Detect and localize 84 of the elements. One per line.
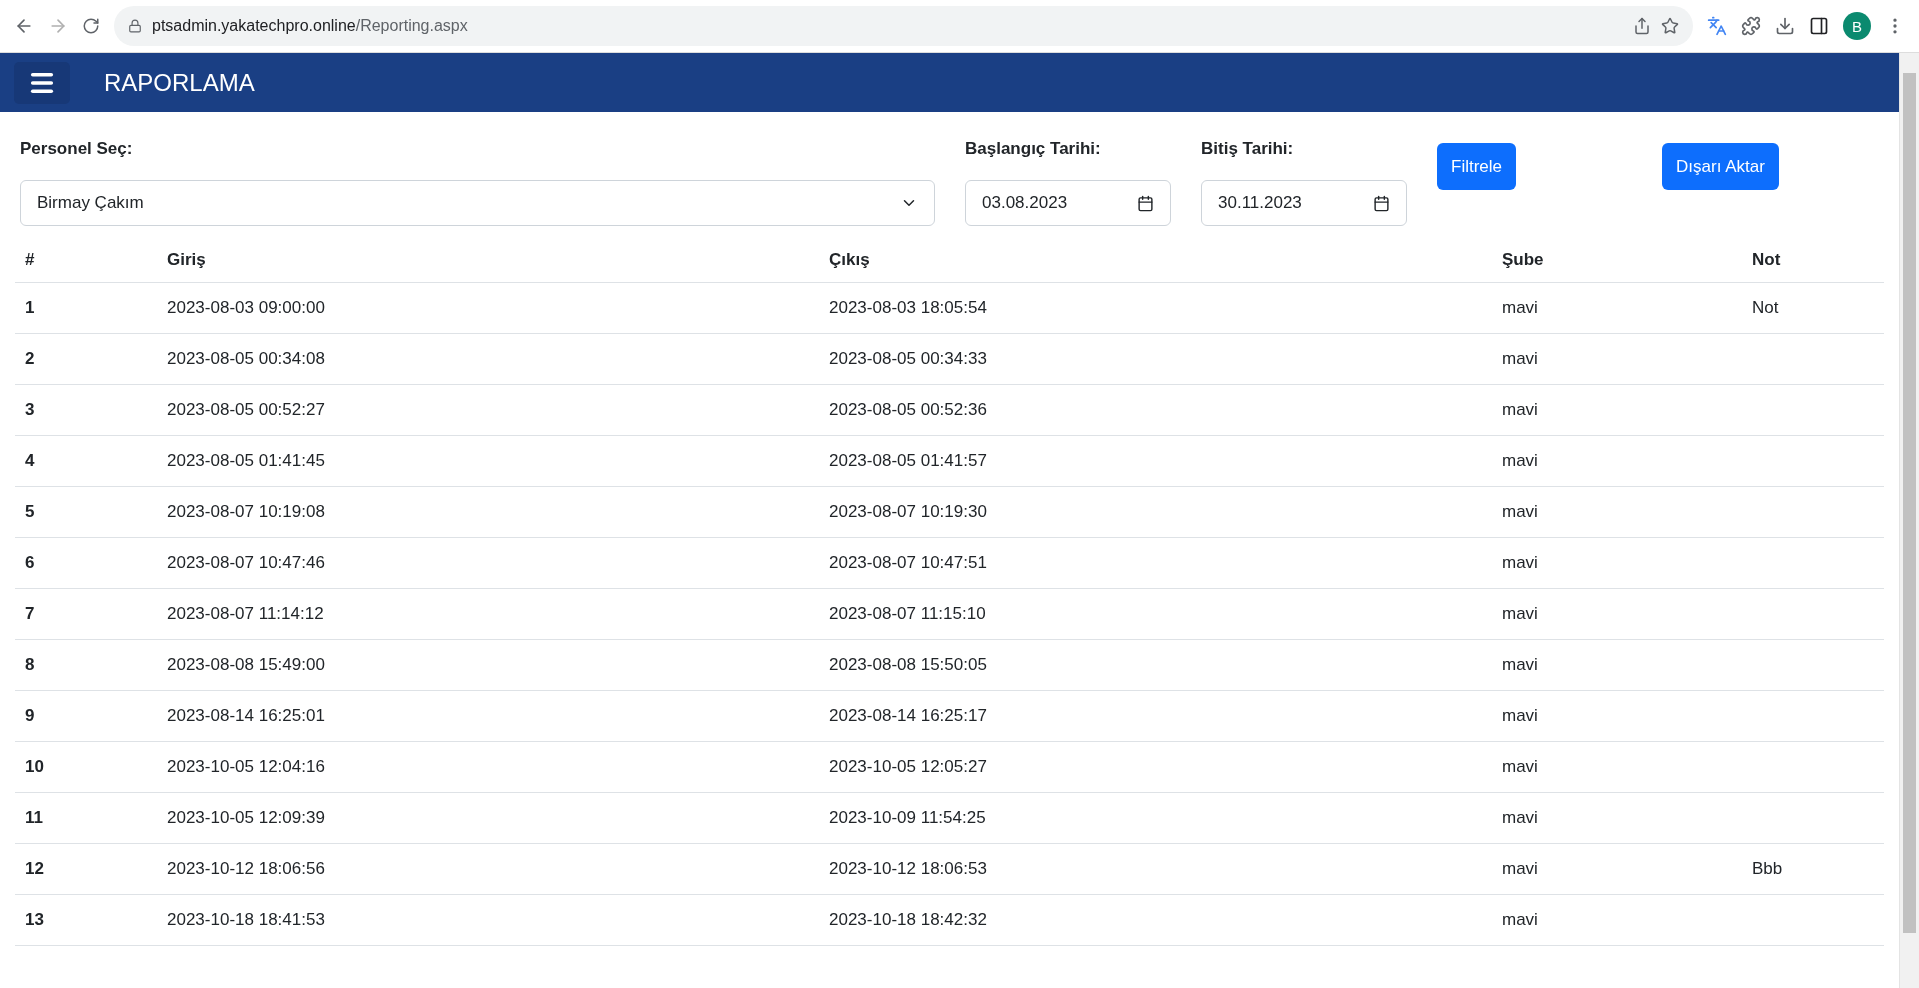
table-cell: 2023-08-07 10:47:51 [819, 537, 1492, 589]
table-cell: 13 [15, 894, 157, 946]
table-cell: 2023-08-05 00:34:33 [819, 333, 1492, 385]
table-cell: 2023-08-07 10:19:30 [819, 486, 1492, 538]
table-cell: 2023-08-08 15:50:05 [819, 639, 1492, 691]
column-header: # [15, 238, 157, 283]
table-cell: 2023-08-05 00:52:36 [819, 384, 1492, 436]
column-header: Şube [1492, 238, 1742, 283]
url-text: ptsadmin.yakatechpro.online/Reporting.aspx [152, 17, 468, 35]
column-header: Giriş [157, 238, 819, 283]
table-cell: Bbb [1742, 843, 1884, 895]
filter-button[interactable]: Filtrele [1437, 143, 1516, 190]
date-input[interactable]: 30.11.2023 [1201, 180, 1407, 226]
table-cell: 2023-08-05 01:41:45 [157, 435, 819, 487]
table-cell: 2023-10-18 18:41:53 [157, 894, 819, 946]
table-cell: 2023-08-05 00:52:27 [157, 384, 819, 436]
table-cell: 2023-08-08 15:49:00 [157, 639, 819, 691]
field-label: Başlangıç Tarihi: [965, 138, 1102, 160]
table-cell: mavi [1492, 588, 1742, 640]
lock-icon [128, 19, 142, 33]
table-cell: 2 [15, 333, 157, 385]
table-cell: 2023-08-14 16:25:17 [819, 690, 1492, 742]
profile-avatar[interactable]: B [1843, 12, 1871, 40]
page-title: RAPORLAMA [104, 68, 255, 97]
table-cell: 2023-08-07 10:19:08 [157, 486, 819, 538]
table-cell: mavi [1492, 639, 1742, 691]
scrollbar-thumb[interactable] [1903, 73, 1916, 933]
table-cell: 2023-10-09 11:54:25 [819, 792, 1492, 844]
table-cell: mavi [1492, 384, 1742, 436]
puzzle-icon[interactable] [1741, 16, 1761, 36]
table-cell: mavi [1492, 741, 1742, 793]
menu-button[interactable] [14, 61, 70, 104]
table-cell: 1 [15, 282, 157, 334]
date-input[interactable]: 03.08.2023 [965, 180, 1171, 226]
star-icon[interactable] [1661, 17, 1679, 35]
table-cell: mavi [1492, 333, 1742, 385]
column-header: Çıkış [819, 238, 1492, 283]
table-cell: 10 [15, 741, 157, 793]
calendar-icon [1373, 194, 1390, 212]
table-cell: 7 [15, 588, 157, 640]
table-cell: 2023-08-14 16:25:01 [157, 690, 819, 742]
table-cell: 2023-08-07 11:15:10 [819, 588, 1492, 640]
table-cell: 3 [15, 384, 157, 436]
table-cell: 2023-08-05 01:41:57 [819, 435, 1492, 487]
calendar-icon [1137, 194, 1154, 212]
column-header: Not [1742, 238, 1884, 283]
reload-icon[interactable] [82, 17, 100, 35]
address-bar[interactable]: ptsadmin.yakatechpro.online/Reporting.aspx [114, 6, 1693, 46]
table-cell: 2023-10-12 18:06:56 [157, 843, 819, 895]
table-cell: mavi [1492, 690, 1742, 742]
table-cell: 2023-08-05 00:34:08 [157, 333, 819, 385]
field-label: Bitiş Tarihi: [1201, 138, 1295, 160]
download-icon[interactable] [1775, 16, 1795, 36]
share-icon[interactable] [1633, 17, 1651, 35]
table-cell: 12 [15, 843, 157, 895]
table-cell: 6 [15, 537, 157, 589]
table-cell: 9 [15, 690, 157, 742]
table-cell: mavi [1492, 537, 1742, 589]
table-cell: mavi [1492, 282, 1742, 334]
table-cell: 5 [15, 486, 157, 538]
table-cell: mavi [1492, 792, 1742, 844]
table-cell: 2023-08-03 09:00:00 [157, 282, 819, 334]
table-cell: 2023-10-05 12:04:16 [157, 741, 819, 793]
table-cell: 4 [15, 435, 157, 487]
side-panel-icon[interactable] [1809, 16, 1829, 36]
field-label: Personel Seç: [20, 138, 134, 160]
table-cell: 2023-10-05 12:05:27 [819, 741, 1492, 793]
table-cell: 2023-08-03 18:05:54 [819, 282, 1492, 334]
table-cell: 8 [15, 639, 157, 691]
scrollbar[interactable] [1899, 53, 1919, 988]
table-cell: 2023-10-05 12:09:39 [157, 792, 819, 844]
table-cell: 2023-08-07 10:47:46 [157, 537, 819, 589]
table-cell: mavi [1492, 435, 1742, 487]
export-button[interactable]: Dışarı Aktar [1662, 143, 1779, 190]
table-cell: 2023-08-07 11:14:12 [157, 588, 819, 640]
table-cell: 2023-10-12 18:06:53 [819, 843, 1492, 895]
table-cell: 2023-10-18 18:42:32 [819, 894, 1492, 946]
table-cell: mavi [1492, 894, 1742, 946]
personnel-select[interactable]: Birmay Çakım [20, 180, 935, 226]
table-cell: mavi [1492, 486, 1742, 538]
table-cell: Not [1742, 282, 1884, 334]
table-cell: mavi [1492, 843, 1742, 895]
table-cell: 11 [15, 792, 157, 844]
translate-icon[interactable] [1707, 16, 1727, 36]
